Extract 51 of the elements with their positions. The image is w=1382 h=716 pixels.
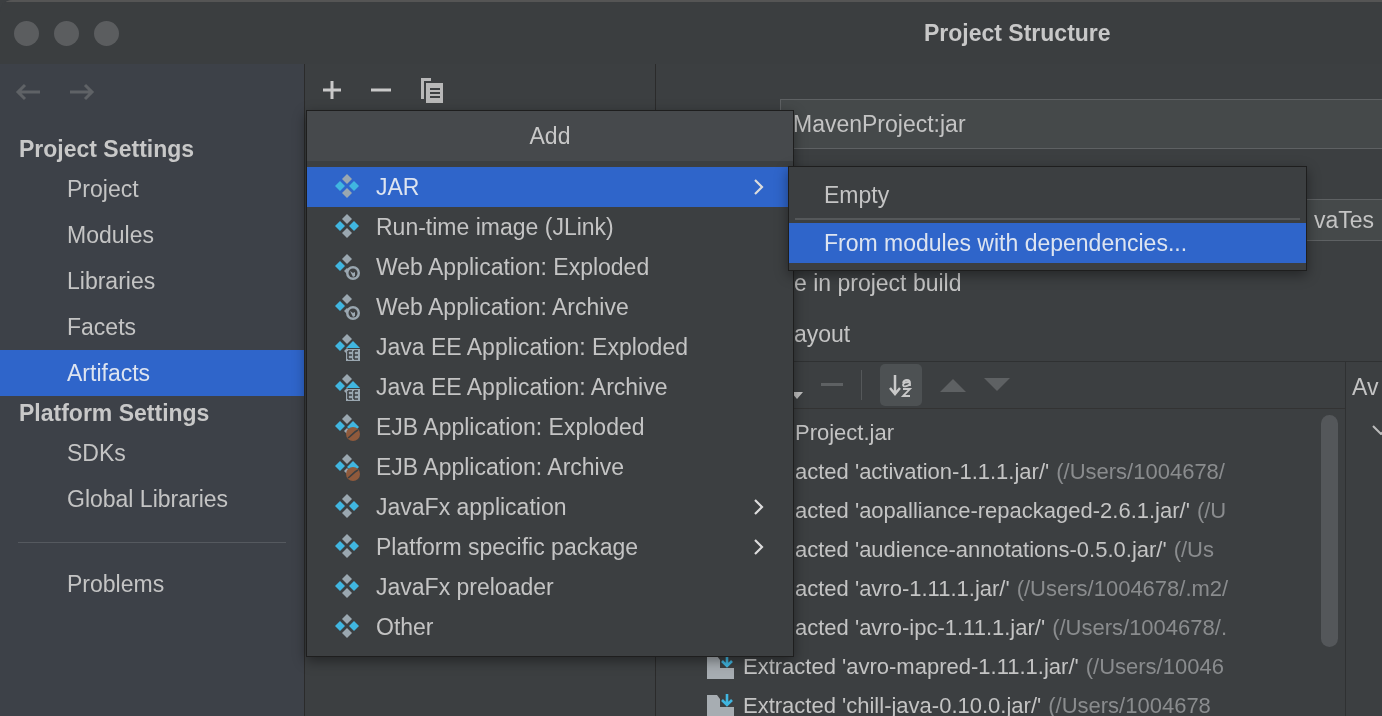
section-heading: Platform Settings	[18, 399, 211, 428]
section-heading: Project Settings	[18, 135, 196, 164]
option-label: e in project build	[793, 269, 963, 298]
menu-item[interactable]: EJB Application: Archive	[307, 447, 793, 487]
tree-item-label: acted 'aopalliance-repackaged-2.6.1.jar/'	[795, 497, 1190, 524]
sidebar-item[interactable]: Facets	[0, 304, 304, 350]
sidebar-item[interactable]: SDKs	[0, 430, 304, 476]
tree-item-label: Extracted 'avro-mapred-1.11.1.jar/'	[743, 653, 1079, 680]
sidebar-item[interactable]: Project	[0, 166, 304, 212]
tree-item-path: (/Users/1004678/	[1056, 458, 1225, 485]
menu-item[interactable]: JavaFx application	[307, 487, 793, 527]
tree-item-label: acted 'avro-1.11.1.jar/'	[795, 575, 1010, 602]
sort-icon	[888, 372, 914, 398]
back-arrow-icon[interactable]	[14, 82, 42, 102]
copy-icon[interactable]	[419, 76, 445, 104]
tree-item-label: acted 'avro-ipc-1.11.1.jar/'	[795, 614, 1046, 641]
menu-item[interactable]: Web Application: Archive	[307, 287, 793, 327]
tree-item-label: acted 'activation-1.1.1.jar/'	[795, 458, 1050, 485]
tree-item-path: (/Us	[1173, 536, 1214, 563]
extracted-folder-icon	[706, 692, 736, 716]
move-up-icon[interactable]	[940, 378, 966, 392]
zoom-button[interactable]	[94, 20, 119, 46]
menu-item[interactable]: Java EE Application: Exploded	[307, 327, 793, 367]
tree-item-path: (/U	[1196, 497, 1227, 524]
sidebar-item[interactable]: Problems	[0, 561, 304, 607]
menu-item[interactable]: From modules with dependencies...	[789, 223, 1306, 263]
tree-item-path: (/Users/10046	[1085, 653, 1224, 680]
sidebar-item[interactable]: Modules	[0, 212, 304, 258]
sidebar-item[interactable]: Libraries	[0, 258, 304, 304]
menu-item[interactable]: Platform specific package	[307, 527, 793, 567]
name-field[interactable]: MavenProject:jar	[780, 99, 1382, 149]
scrollbar[interactable]	[1321, 415, 1338, 647]
sidebar-item[interactable]: Global Libraries	[0, 476, 304, 522]
move-down-icon[interactable]	[984, 378, 1010, 392]
add-icon[interactable]	[321, 79, 343, 101]
tree-item-label: Project.jar	[795, 419, 895, 446]
panel-label: Av	[1352, 374, 1380, 401]
window-title: Project Structure	[924, 19, 1111, 47]
menu-item[interactable]: JavaFx preloader	[307, 567, 793, 607]
forward-arrow-icon[interactable]	[68, 82, 96, 102]
menu-title: Add	[307, 111, 793, 161]
sort-button[interactable]	[880, 364, 922, 406]
sidebar-item[interactable]: Artifacts	[0, 350, 304, 396]
minimize-button[interactable]	[54, 20, 79, 46]
menu-item[interactable]: Java EE Application: Archive	[307, 367, 793, 407]
menu-item[interactable]: Other	[307, 607, 793, 647]
tree-item-path: (/Users/1004678/.m2/	[1016, 575, 1229, 602]
close-button[interactable]	[14, 20, 39, 46]
tree-item-path: (/Users/1004678/.	[1052, 614, 1227, 641]
tree-item-label: acted 'audience-annotations-0.5.0.jar/'	[795, 536, 1167, 563]
menu-item[interactable]: EJB Application: Exploded	[307, 407, 793, 447]
